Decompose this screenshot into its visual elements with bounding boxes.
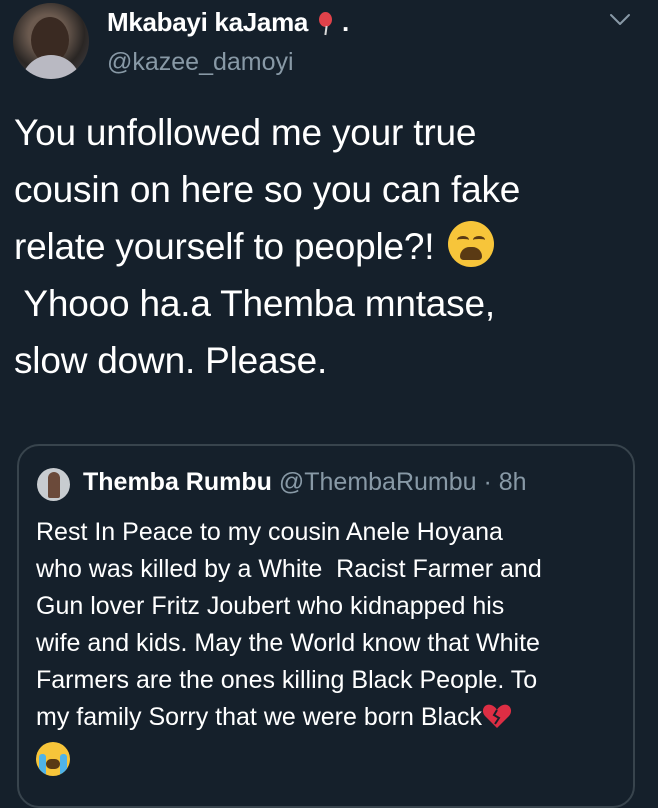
loudly-crying-face-icon [36,742,70,776]
quoted-text-line: my family Sorry that we were born Black [36,699,626,736]
quoted-avatar[interactable] [37,468,70,501]
tweet-text-fragment: relate yourself to people?! [14,226,435,267]
quoted-header: Themba Rumbu @ThembaRumbu · 8h [83,468,527,497]
quoted-text-line: Gun lover Fritz Joubert who kidnapped hi… [36,592,505,620]
author-display-name[interactable]: Mkabayi kaJama [107,7,308,38]
author-name-row: Mkabayi kaJama . [107,7,349,38]
quoted-display-name[interactable]: Themba Rumbu [83,468,272,496]
quoted-tweet-card[interactable]: Themba Rumbu @ThembaRumbu · 8h Rest In P… [17,444,635,808]
quoted-text-line: who was killed by a White Racist Farmer … [36,555,542,583]
balloon-icon [318,11,334,35]
tweet-text-line: Yhooo ha.a Themba mntase, [14,283,495,324]
weary-face-icon [448,221,495,267]
tweet-text-line: cousin on here so you can fake [14,169,521,210]
quoted-text-fragment: my family Sorry that we were born Black [36,703,482,731]
tweet-text: You unfollowed me your true cousin on he… [14,104,644,389]
tweet-text-line: relate yourself to people?! [14,218,644,275]
chevron-down-icon[interactable] [608,8,632,32]
broken-heart-icon [482,704,512,728]
quoted-text-line: wife and kids. May the World know that W… [36,629,540,657]
quoted-separator: · [483,468,492,496]
quoted-text-line: Farmers are the ones killing Black Peopl… [36,666,538,694]
name-suffix: . [342,7,350,37]
avatar[interactable] [13,3,89,79]
quoted-handle[interactable]: @ThembaRumbu [279,468,477,496]
quoted-timestamp[interactable]: 8h [499,468,527,496]
tweet-text-line: slow down. Please. [14,340,328,381]
quoted-text-line: Rest In Peace to my cousin Anele Hoyana [36,518,503,546]
tweet-text-line: You unfollowed me your true [14,112,477,153]
author-handle[interactable]: @kazee_damoyi [107,48,294,77]
quoted-text: Rest In Peace to my cousin Anele Hoyana … [36,514,626,736]
